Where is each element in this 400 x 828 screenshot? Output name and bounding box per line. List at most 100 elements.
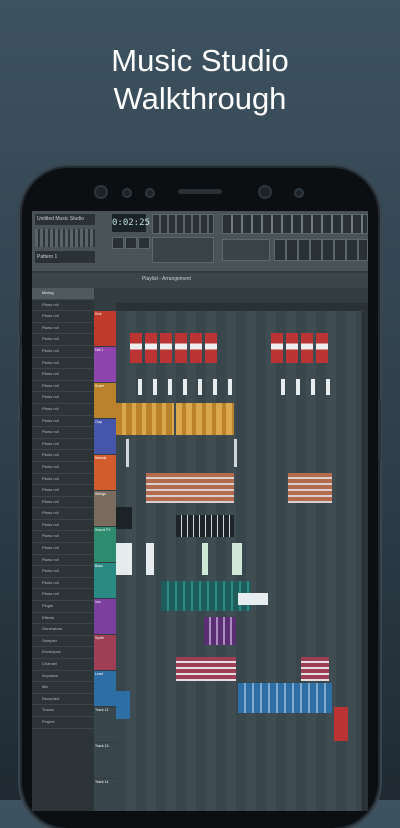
hat-clip[interactable] [198,379,202,395]
snare-clip[interactable] [116,403,174,435]
browser-item[interactable]: Piano roll [32,416,94,428]
browser-item[interactable]: Plugin [32,601,94,613]
hat-clip[interactable] [296,379,300,395]
fx-clip[interactable] [232,543,242,575]
strings-clip[interactable] [176,515,234,537]
stop-button[interactable] [125,237,137,249]
track-label[interactable]: Hat 1 [94,347,116,382]
browser-item[interactable]: Piano roll [32,520,94,532]
browser-item[interactable]: Piano roll [32,404,94,416]
browser-item[interactable]: Piano roll [32,531,94,544]
browser-item[interactable]: Piano roll [32,508,94,520]
synth-clip[interactable] [176,657,236,681]
browser-shortcuts[interactable] [274,239,368,261]
browser-item[interactable]: Piano roll [32,334,94,346]
track-label[interactable]: Bass [94,563,116,598]
browser-item[interactable]: Recorded [32,694,94,706]
clap-clip[interactable] [234,439,237,467]
browser-item[interactable]: Project [32,717,94,729]
browser-item[interactable]: Piano roll [32,381,94,393]
clap-clip[interactable] [126,439,129,467]
hat-clip[interactable] [138,379,142,395]
kick-clip[interactable] [316,333,328,363]
browser-item[interactable]: Mix [32,682,94,694]
track-label[interactable]: Melody [94,455,116,490]
kick-clip[interactable] [301,333,313,363]
tempo-panel[interactable] [152,214,214,234]
browser-item[interactable]: Piano roll [32,311,94,323]
track-label[interactable]: Snare [94,383,116,418]
kick-clip[interactable] [205,333,217,363]
hat-clip[interactable] [168,379,172,395]
strings-clip[interactable] [116,507,132,529]
browser-item[interactable]: Piano roll [32,497,94,509]
track-label[interactable]: Track 13 [94,743,116,778]
timeline-ruler[interactable] [116,303,368,311]
browser-item[interactable]: Piano roll [32,427,94,439]
lead-clip[interactable] [116,691,130,719]
browser-item[interactable]: Piano roll [32,450,94,462]
synth-clip[interactable] [301,657,329,681]
snare-clip[interactable] [176,403,234,435]
record-button[interactable] [138,237,150,249]
lead-clip[interactable] [238,683,332,713]
kick-clip[interactable] [271,333,283,363]
browser-item[interactable]: Envelopes [32,647,94,659]
fx-clip[interactable] [116,543,132,575]
track-label[interactable]: Sound FX [94,527,116,562]
browser-item[interactable]: Piano roll [32,462,94,474]
browser-item[interactable]: Generators [32,624,94,636]
browser-item[interactable]: Piano roll [32,566,94,578]
track-label[interactable]: Track 12 [94,707,116,742]
melody-clip[interactable] [146,473,234,503]
track-label[interactable]: Track 14 [94,779,116,811]
kick-clip[interactable] [190,333,202,363]
browser-item[interactable]: Impulses [32,671,94,683]
marker-clip[interactable] [334,707,348,741]
browser-item[interactable]: Piano roll [32,323,94,335]
kick-clip[interactable] [145,333,157,363]
track-label[interactable]: Lead [94,671,116,706]
track-label[interactable]: Synth [94,635,116,670]
project-title[interactable]: Untitled Music Studio [35,214,95,225]
browser-item[interactable]: Tracks [32,705,94,717]
browser-item[interactable]: Piano roll [32,474,94,486]
master-panel[interactable] [152,237,214,263]
track-label[interactable]: Strings [94,491,116,526]
browser-item[interactable]: Piano roll [32,439,94,451]
browser-item[interactable]: Channel [32,659,94,671]
browser-item[interactable]: Piano roll [32,578,94,590]
browser-item[interactable]: Piano roll [32,392,94,404]
browser-item[interactable]: Piano roll [32,358,94,370]
fx-clip[interactable] [146,543,154,575]
vox-clip[interactable] [204,617,236,645]
browser-item[interactable]: Piano roll [32,555,94,567]
track-label[interactable]: Clap [94,419,116,454]
hat-clip[interactable] [153,379,157,395]
kick-clip[interactable] [286,333,298,363]
browser-panel[interactable]: Mixing Piano roll Piano roll Piano roll Pian… [32,288,94,811]
browser-item[interactable]: Effects [32,613,94,625]
track-label[interactable]: Kick [94,311,116,346]
playlist-grid[interactable] [116,311,361,811]
browser-item[interactable]: Piano roll [32,369,94,381]
vertical-scrollbar[interactable] [362,311,368,811]
hat-clip[interactable] [183,379,187,395]
preset-strip[interactable] [35,229,95,247]
melody-clip[interactable] [288,473,332,503]
browser-item[interactable]: Piano roll [32,300,94,312]
pattern-selector[interactable]: Pattern 1 [35,251,95,263]
fx-clip[interactable] [202,543,208,575]
browser-item[interactable]: Piano roll [32,543,94,555]
browser-item[interactable]: Piano roll [32,485,94,497]
browser-item[interactable]: Sampler [32,636,94,648]
hat-clip[interactable] [326,379,330,395]
kick-clip[interactable] [175,333,187,363]
track-label[interactable]: Vox [94,599,116,634]
browser-item[interactable]: Piano roll [32,589,94,602]
bass-clip[interactable] [238,593,268,605]
kick-clip[interactable] [130,333,142,363]
hat-clip[interactable] [281,379,285,395]
browser-item[interactable]: Piano roll [32,346,94,358]
hat-clip[interactable] [228,379,232,395]
